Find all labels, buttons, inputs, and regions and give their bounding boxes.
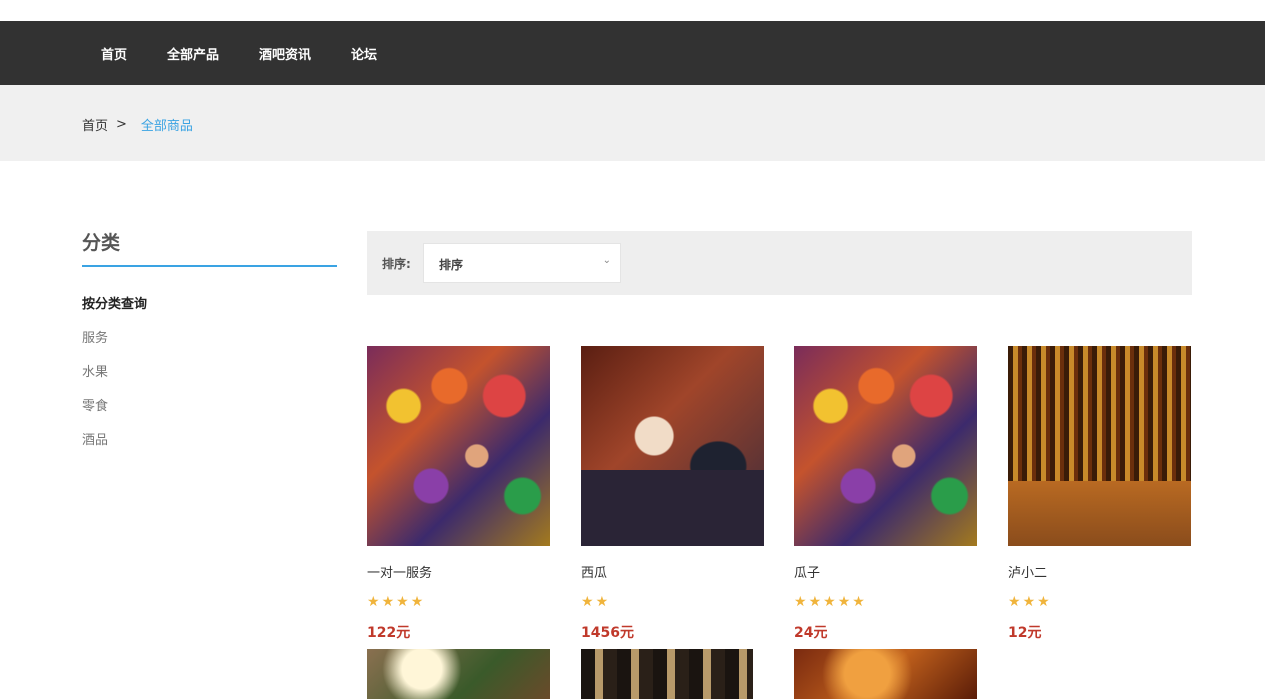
star-icon: ★ [1008, 594, 1021, 610]
breadcrumb-current[interactable]: 全部商品 [141, 115, 193, 134]
product-card[interactable] [581, 649, 764, 699]
product-rating: ★ ★ ★ [1008, 591, 1052, 610]
star-icon: ★ [396, 594, 409, 610]
product-image[interactable] [1008, 346, 1191, 546]
nav-bar-news[interactable]: 酒吧资讯 [259, 44, 311, 63]
product-card[interactable]: 一对一服务 ★ ★ ★ ★ 122元 [367, 346, 550, 641]
product-card[interactable] [367, 649, 550, 699]
product-card[interactable]: 瓜子 ★ ★ ★ ★ ★ 24元 [794, 346, 977, 641]
star-icon: ★ [581, 594, 594, 610]
breadcrumb-bar: 首页 > 全部商品 [0, 85, 1265, 161]
category-item-snacks[interactable]: 零食 [82, 398, 147, 432]
product-name[interactable]: 西瓜 [581, 562, 607, 581]
breadcrumb-home[interactable]: 首页 [82, 115, 108, 134]
breadcrumb: 首页 > 全部商品 [82, 115, 193, 134]
main-nav: 首页 全部产品 酒吧资讯 论坛 [101, 21, 417, 85]
product-rating: ★ ★ ★ ★ [367, 591, 425, 610]
product-price: 1456元 [581, 625, 634, 641]
breadcrumb-separator: > [116, 117, 127, 132]
category-item-fruit[interactable]: 水果 [82, 364, 147, 398]
product-image[interactable] [367, 346, 550, 546]
product-name[interactable]: 瓜子 [794, 562, 820, 581]
category-item-service[interactable]: 服务 [82, 330, 147, 364]
product-price: 24元 [794, 625, 828, 641]
star-icon: ★ [410, 594, 424, 610]
product-rating: ★ ★ [581, 591, 610, 610]
product-image[interactable] [794, 649, 977, 699]
category-item-liquor[interactable]: 酒品 [82, 432, 147, 466]
star-icon: ★ [381, 594, 395, 610]
product-rating: ★ ★ ★ ★ ★ [794, 591, 867, 610]
product-price: 122元 [367, 625, 411, 641]
star-icon: ★ [837, 594, 851, 610]
star-icon: ★ [852, 594, 865, 610]
product-card[interactable] [794, 649, 977, 699]
nav-home[interactable]: 首页 [101, 44, 127, 63]
top-navbar: 首页 全部产品 酒吧资讯 论坛 [0, 21, 1265, 85]
product-image[interactable] [581, 346, 764, 546]
star-icon: ★ [823, 594, 836, 610]
category-section-heading: 按分类查询 [82, 297, 148, 312]
product-price: 12元 [1008, 625, 1042, 641]
star-icon: ★ [808, 594, 822, 610]
sort-bar: 排序: 排序 ⌄ [367, 231, 1192, 295]
star-icon: ★ [1022, 594, 1036, 610]
product-image[interactable] [794, 346, 977, 546]
product-name[interactable]: 泸小二 [1008, 562, 1047, 581]
sort-label: 排序: [382, 257, 411, 271]
chevron-down-icon: ⌄ [602, 255, 611, 266]
product-card[interactable]: 泸小二 ★ ★ ★ 12元 [1008, 346, 1191, 641]
nav-forum[interactable]: 论坛 [351, 44, 377, 63]
sidebar-title-underline [82, 265, 337, 267]
star-icon: ★ [595, 594, 609, 610]
product-image[interactable] [367, 649, 550, 699]
sort-selected-value: 排序 [439, 258, 464, 272]
category-list: 按分类查询 服务 水果 零食 酒品 [82, 296, 147, 466]
nav-all-products[interactable]: 全部产品 [167, 44, 219, 63]
star-icon: ★ [367, 594, 380, 610]
star-icon: ★ [794, 594, 807, 610]
star-icon: ★ [1037, 594, 1050, 610]
sidebar-title: 分类 [82, 232, 121, 254]
sort-select[interactable]: 排序 ⌄ [423, 243, 621, 283]
product-image[interactable] [581, 649, 753, 699]
product-card[interactable]: 西瓜 ★ ★ 1456元 [581, 346, 764, 641]
product-name[interactable]: 一对一服务 [367, 562, 432, 581]
